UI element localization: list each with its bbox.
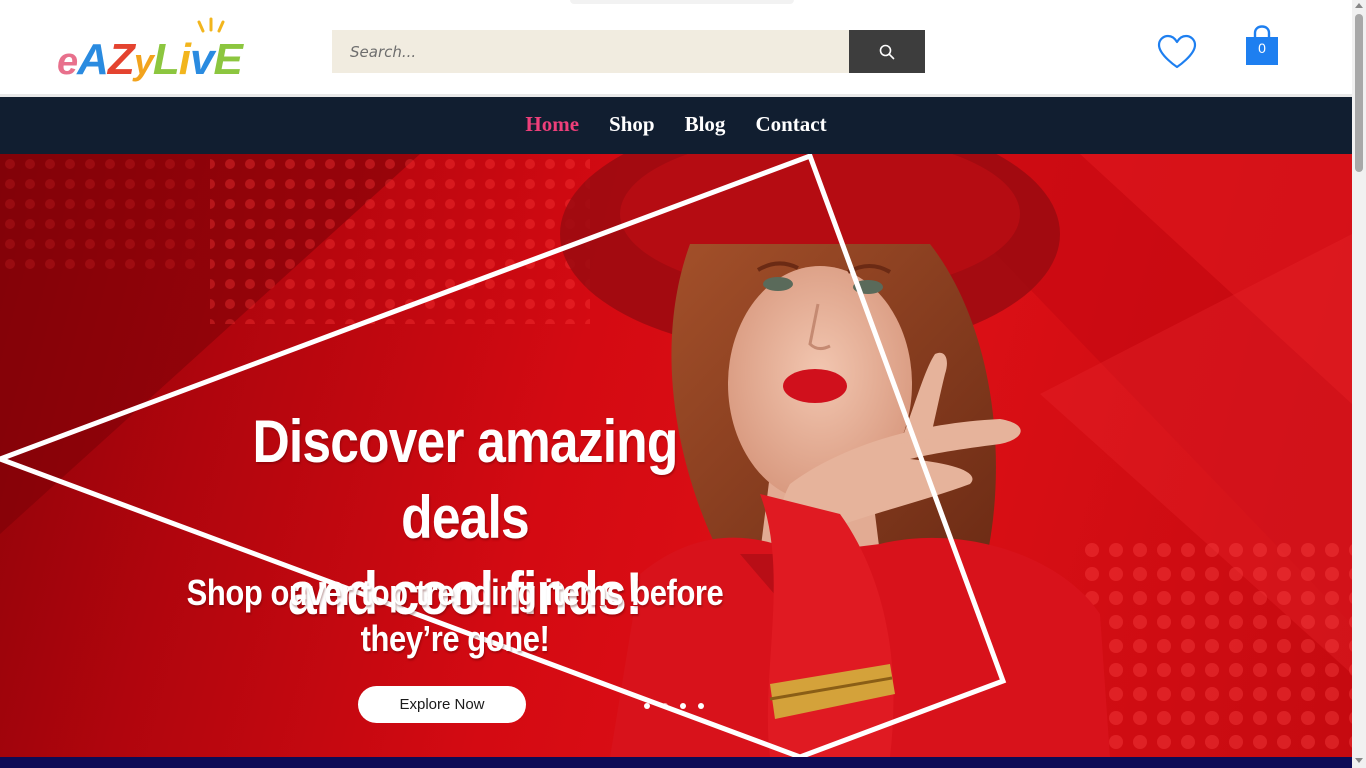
hero-subheadline: Shop ouver top trending items before the…: [184, 570, 726, 662]
nav-item-contact[interactable]: Contact: [755, 112, 826, 140]
slider-dot-2[interactable]: [662, 703, 668, 709]
cart-count: 0: [1258, 40, 1266, 56]
next-section-edge: [0, 757, 1352, 768]
search-button[interactable]: [849, 30, 925, 73]
nav-item-shop[interactable]: Shop: [609, 112, 655, 140]
nav-item-blog[interactable]: Blog: [685, 112, 726, 140]
explore-now-button[interactable]: Explore Now: [358, 686, 526, 723]
cart-button[interactable]: 0: [1244, 25, 1280, 67]
scroll-down-arrow-icon[interactable]: [1355, 758, 1363, 763]
page-scrollbar[interactable]: [1352, 0, 1366, 768]
search-input[interactable]: [332, 30, 849, 73]
site-header: eAZyLivE 0: [0, 0, 1352, 94]
main-nav: Home Shop Blog Contact: [0, 97, 1352, 154]
top-shadow: [570, 0, 794, 4]
hero-banner: Discover amazing deals and cool finds! S…: [0, 154, 1352, 757]
site-logo[interactable]: eAZyLivE: [56, 14, 268, 84]
hero-headline-line-1: Discover amazing deals: [252, 408, 678, 551]
search-icon: [879, 44, 895, 59]
slider-dot-1[interactable]: [644, 703, 650, 709]
slider-dot-3[interactable]: [680, 703, 686, 709]
heart-icon[interactable]: [1156, 34, 1198, 70]
nav-item-home[interactable]: Home: [525, 112, 579, 140]
search-bar: [332, 30, 925, 73]
hero-subheadline-line-1: Shop ouver top trending items before: [186, 572, 724, 613]
scroll-up-arrow-icon[interactable]: [1355, 3, 1363, 8]
slider-pagination: [644, 703, 704, 709]
slider-dot-4[interactable]: [698, 703, 704, 709]
logo-text: eAZyLivE: [57, 35, 244, 84]
hero-subheadline-line-2: they’re gone!: [360, 618, 550, 659]
scroll-thumb[interactable]: [1355, 14, 1363, 172]
